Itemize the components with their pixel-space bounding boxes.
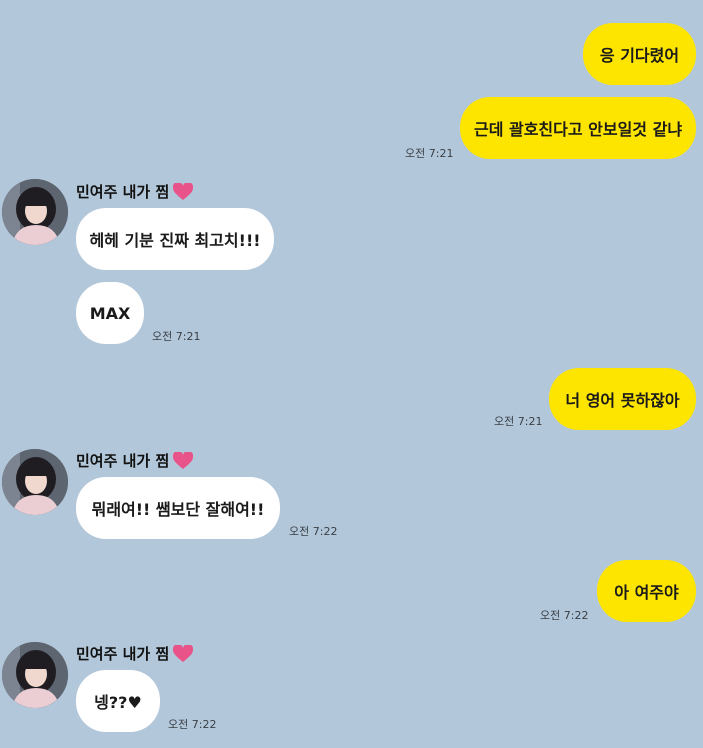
message-time: 오전 7:22 [289, 525, 338, 538]
friend-message-bubble[interactable]: MAX [76, 282, 144, 344]
friend-avatar[interactable] [2, 179, 68, 245]
message-time: 오전 7:21 [405, 147, 454, 160]
chat-area: 응 기다렸어 오전 7:21 근데 괄호친다고 안보일것 같냐 민여주 내가 찜… [0, 0, 703, 748]
my-message-bubble[interactable]: 아 여주야 [597, 560, 696, 622]
friend-name: 민여주 내가 찜 [76, 450, 194, 471]
friend-message-bubble[interactable]: 헤헤 기분 진짜 최고치!!! [76, 208, 274, 270]
friend-name-text: 민여주 내가 찜 [76, 452, 170, 470]
avatar-image [2, 179, 68, 245]
friend-message-bubble[interactable]: 뭐래여!! 쌤보단 잘해여!! [76, 477, 280, 539]
my-message-bubble[interactable]: 응 기다렸어 [583, 23, 696, 85]
heart-icon [173, 451, 194, 469]
message-time: 오전 7:21 [152, 330, 201, 343]
friend-name-text: 민여주 내가 찜 [76, 645, 170, 663]
avatar-image [2, 449, 68, 515]
friend-avatar[interactable] [2, 449, 68, 515]
friend-name-text: 민여주 내가 찜 [76, 183, 170, 201]
heart-icon [173, 182, 194, 200]
friend-message-bubble[interactable]: 넹??♥ [76, 670, 160, 732]
heart-icon [173, 644, 194, 662]
message-time: 오전 7:22 [540, 609, 589, 622]
my-message-bubble[interactable]: 근데 괄호친다고 안보일것 같냐 [460, 97, 696, 159]
avatar-image [2, 642, 68, 708]
friend-name: 민여주 내가 찜 [76, 181, 194, 202]
friend-avatar[interactable] [2, 642, 68, 708]
message-time: 오전 7:21 [494, 415, 543, 428]
friend-name: 민여주 내가 찜 [76, 643, 194, 664]
message-time: 오전 7:22 [168, 718, 217, 731]
my-message-bubble[interactable]: 너 영어 못하잖아 [549, 368, 696, 430]
